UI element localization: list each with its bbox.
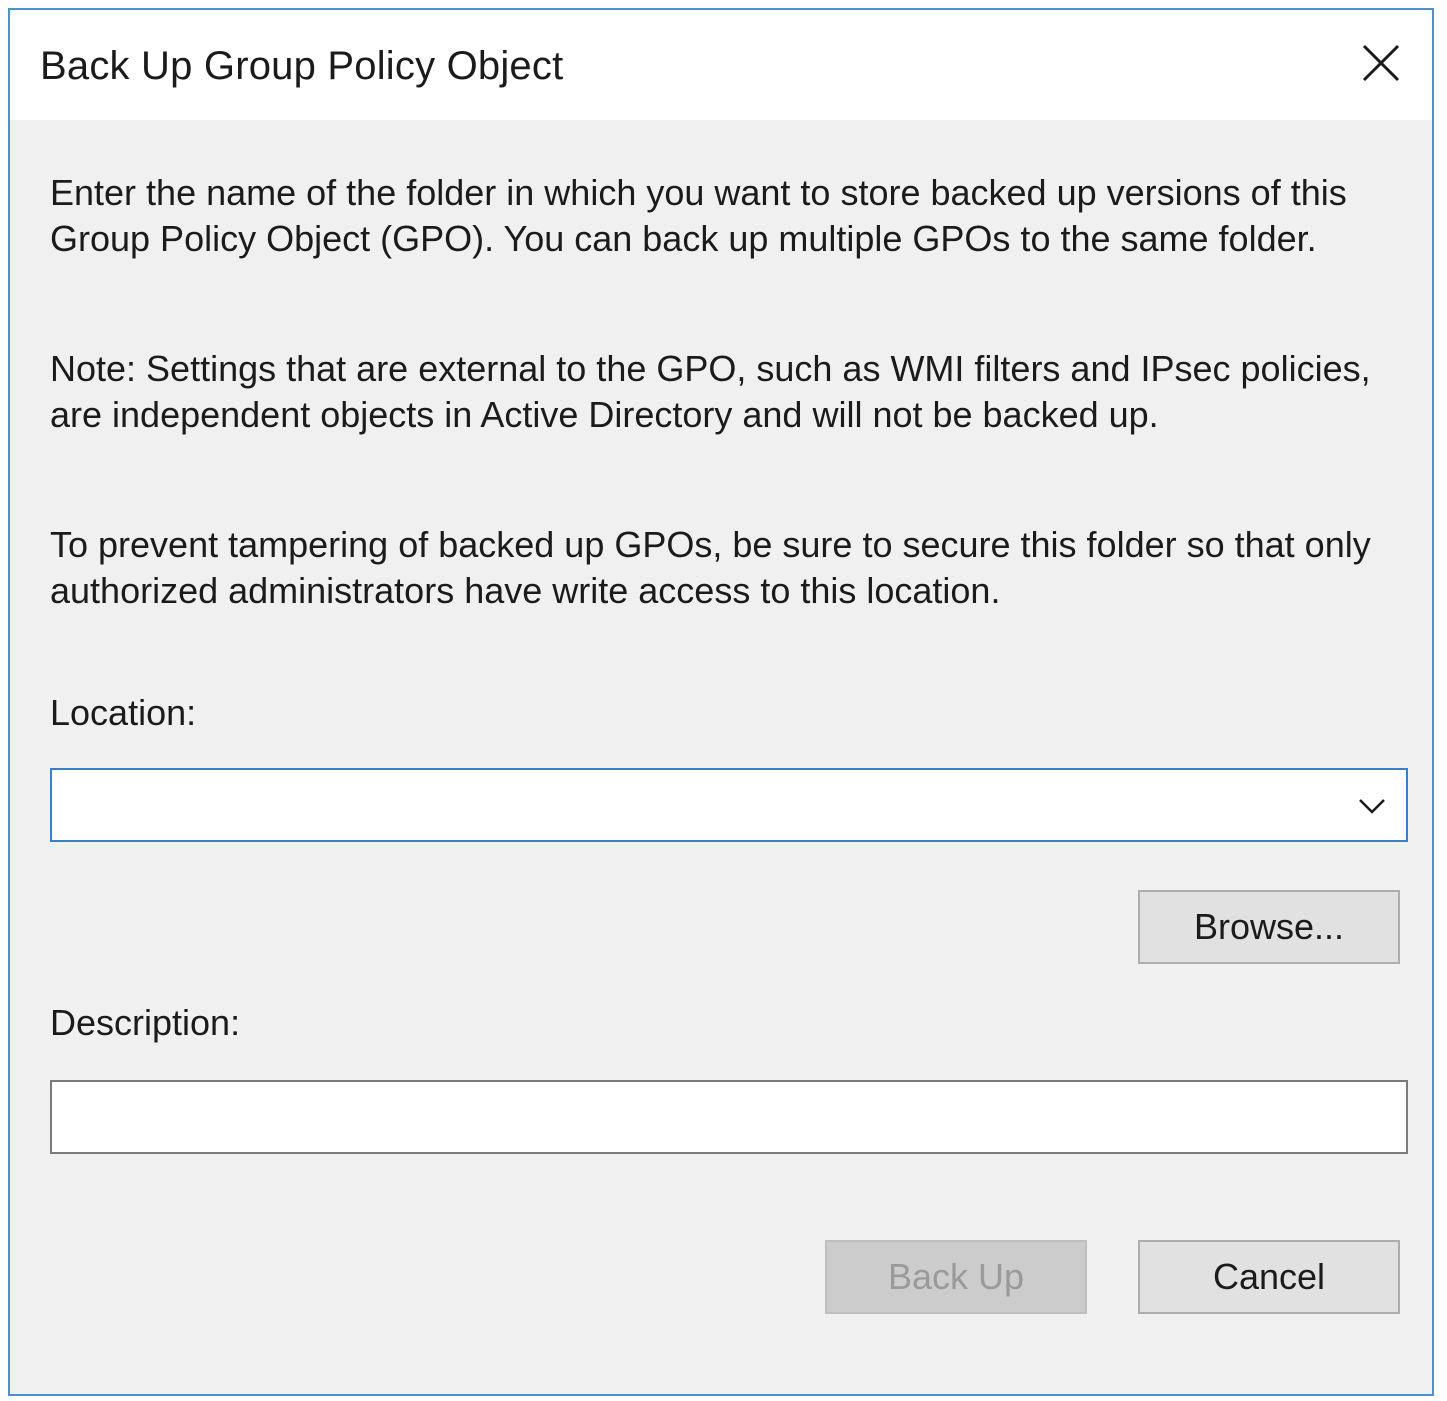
location-combobox[interactable] <box>50 768 1408 842</box>
close-icon[interactable] <box>1352 34 1410 92</box>
description-field[interactable] <box>50 1080 1408 1154</box>
dialog-title: Back Up Group Policy Object <box>40 44 564 88</box>
chevron-down-icon[interactable] <box>1352 786 1392 826</box>
description-input[interactable] <box>60 1088 1394 1148</box>
security-warning-text: To prevent tampering of backed up GPOs, … <box>50 524 1371 611</box>
description-label: Description: <box>50 1002 241 1043</box>
location-input[interactable] <box>60 776 1334 836</box>
backup-button[interactable]: Back Up <box>825 1240 1087 1314</box>
backup-gpo-dialog: Back Up Group Policy Object Enter the na… <box>8 8 1434 1396</box>
note-text: Note: Settings that are external to the … <box>50 348 1371 435</box>
title-bar: Back Up Group Policy Object <box>10 10 1432 120</box>
instructions-text: Enter the name of the folder in which yo… <box>50 172 1347 259</box>
location-label: Location: <box>50 692 197 733</box>
cancel-button[interactable]: Cancel <box>1138 1240 1400 1314</box>
browse-button[interactable]: Browse... <box>1138 890 1400 964</box>
